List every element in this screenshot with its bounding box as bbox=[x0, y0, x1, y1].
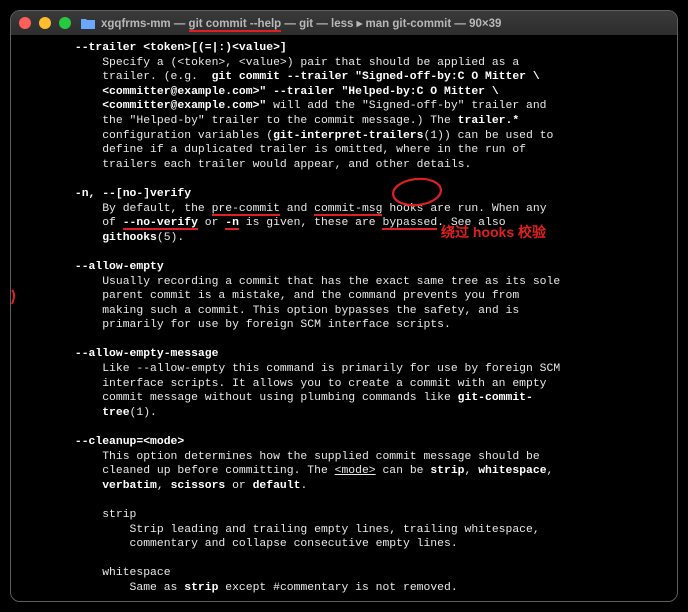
man-line: of --no-verify or -n is given, these are… bbox=[11, 216, 677, 231]
man-line: define if a duplicated trailer is omitte… bbox=[11, 143, 677, 158]
option-heading: --cleanup=<mode> bbox=[75, 436, 184, 448]
man-blank bbox=[11, 493, 677, 508]
option-heading: --allow-empty-message bbox=[75, 348, 219, 360]
word-bypassed: bypassed bbox=[382, 217, 437, 229]
man-line: Specify a (<token>, <value>) pair that s… bbox=[11, 56, 677, 71]
man-line: trailers each trailer would appear, and … bbox=[11, 158, 677, 173]
man-line: verbatim, scissors or default. bbox=[11, 479, 677, 494]
man-line: the "Helped-by" trailer to the commit me… bbox=[11, 114, 677, 129]
title-prefix: xgqfrms-mm — bbox=[101, 18, 189, 30]
title-command: git commit --help bbox=[189, 18, 282, 30]
minimize-icon[interactable] bbox=[39, 17, 51, 29]
window-title: xgqfrms-mm — git commit --help — git — l… bbox=[101, 16, 501, 30]
man-line: Usually recording a commit that has the … bbox=[11, 275, 677, 290]
zoom-icon[interactable] bbox=[59, 17, 71, 29]
man-line: whitespace bbox=[11, 566, 677, 581]
flag-n: -n bbox=[225, 217, 239, 229]
man-line: Like --allow-empty this command is prima… bbox=[11, 362, 677, 377]
annotation-bypass-hooks: 绕过 hooks 校验 bbox=[441, 225, 546, 240]
flag-no-verify: --no-verify bbox=[123, 217, 198, 229]
man-line: -n, --[no-]verify bbox=[11, 187, 677, 202]
man-line: primarily for use by foreign SCM interfa… bbox=[11, 318, 677, 333]
option-heading: -n, --[no-]verify bbox=[75, 188, 191, 200]
sub-heading: strip bbox=[102, 509, 136, 521]
man-blank bbox=[11, 245, 677, 260]
option-heading: --allow-empty bbox=[75, 261, 164, 273]
man-line: trailer. (e.g. git commit --trailer "Sig… bbox=[11, 70, 677, 85]
man-line: --allow-empty bbox=[11, 260, 677, 275]
man-blank bbox=[11, 333, 677, 348]
man-blank bbox=[11, 420, 677, 435]
window-controls bbox=[19, 17, 71, 29]
option-heading: --trailer <token>[(=|:)<value>] bbox=[75, 42, 287, 54]
man-line: cleaned up before committing. The <mode>… bbox=[11, 464, 677, 479]
man-line: --allow-empty-message bbox=[11, 347, 677, 362]
man-line: Strip leading and trailing empty lines, … bbox=[11, 523, 677, 538]
man-line: making such a commit. This option bypass… bbox=[11, 304, 677, 319]
man-line: githooks(5). bbox=[11, 231, 677, 246]
man-blank bbox=[11, 172, 677, 187]
man-line: configuration variables (git-interpret-t… bbox=[11, 129, 677, 144]
terminal-window: xgqfrms-mm — git commit --help — git — l… bbox=[10, 10, 678, 602]
hook-pre-commit: pre-commit bbox=[212, 203, 280, 215]
folder-icon bbox=[81, 18, 95, 29]
title-suffix: — git — less ▸ man git-commit — 90×39 bbox=[281, 18, 501, 30]
close-icon[interactable] bbox=[19, 17, 31, 29]
hook-commit-msg: commit-msg bbox=[314, 203, 382, 215]
terminal-body[interactable]: --trailer <token>[(=|:)<value>] Specify … bbox=[11, 35, 677, 602]
man-line: <committer@example.com>" --trailer "Help… bbox=[11, 85, 677, 100]
man-line: --trailer <token>[(=|:)<value>] bbox=[11, 41, 677, 56]
man-line: strip bbox=[11, 508, 677, 523]
man-line: parent commit is a mistake, and the comm… bbox=[11, 289, 677, 304]
man-blank bbox=[11, 552, 677, 567]
man-line: This option determines how the supplied … bbox=[11, 450, 677, 465]
sub-heading: whitespace bbox=[102, 567, 170, 579]
man-line: tree(1). bbox=[11, 406, 677, 421]
man-line: commit message without using plumbing co… bbox=[11, 391, 677, 406]
titlebar[interactable]: xgqfrms-mm — git commit --help — git — l… bbox=[11, 11, 677, 35]
man-line: commentary and collapse consecutive empt… bbox=[11, 537, 677, 552]
man-line: By default, the pre-commit and commit-ms… bbox=[11, 202, 677, 217]
man-line: interface scripts. It allows you to crea… bbox=[11, 377, 677, 392]
man-line: <committer@example.com>" will add the "S… bbox=[11, 99, 677, 114]
man-line: --cleanup=<mode> bbox=[11, 435, 677, 450]
man-line: Same as strip except #commentary is not … bbox=[11, 581, 677, 596]
